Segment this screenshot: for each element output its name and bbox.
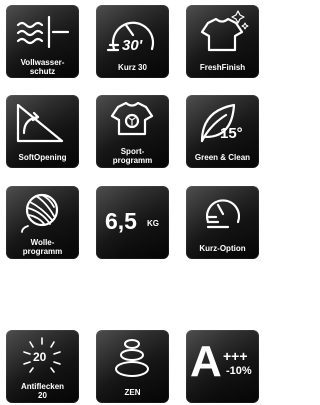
- feature-kurz30: 30' Kurz 30: [96, 5, 169, 78]
- feature-label: ZEN: [124, 388, 141, 397]
- capacity-value: 6,5: [105, 208, 137, 234]
- feature-energy: A +++ -10%: [186, 330, 259, 403]
- feature-vollwasserschutz: Vollwasser- schutz: [6, 5, 79, 78]
- feature-label: SoftOpening: [18, 153, 67, 162]
- stain-badge: 20: [33, 350, 47, 364]
- feature-sportprogramm: Sport- programm: [96, 95, 169, 168]
- feature-label: Kurz-Option: [199, 244, 246, 253]
- feature-kurzoption: Kurz-Option: [186, 186, 259, 259]
- feature-softopening: SoftOpening: [6, 95, 79, 168]
- feature-label: Green & Clean: [194, 153, 251, 162]
- feature-wolleprogramm: Wolle- programm: [6, 186, 79, 259]
- feature-label: Sport- programm: [112, 147, 153, 165]
- feature-zen: ZEN: [96, 330, 169, 403]
- timer-symbol: 30': [122, 37, 143, 54]
- feature-label: Wolle- programm: [22, 238, 63, 256]
- capacity-unit: KG: [147, 219, 159, 228]
- feature-greenclean: 15° Green & Clean: [186, 95, 259, 168]
- feature-label: Antiflecken 20: [20, 382, 65, 400]
- energy-class-letter: A: [190, 337, 222, 386]
- feature-freshfinish: FreshFinish: [186, 5, 259, 78]
- temperature-value: 15°: [220, 125, 243, 142]
- feature-label: FreshFinish: [199, 63, 246, 72]
- feature-label: Vollwasser- schutz: [20, 58, 65, 76]
- feature-capacity: 6,5 KG: [96, 186, 169, 259]
- feature-label: Kurz 30: [118, 63, 147, 72]
- feature-antiflecken: 20 Antiflecken 20: [6, 330, 79, 403]
- energy-class-plus: +++: [223, 348, 248, 364]
- energy-percent: -10%: [226, 365, 252, 377]
